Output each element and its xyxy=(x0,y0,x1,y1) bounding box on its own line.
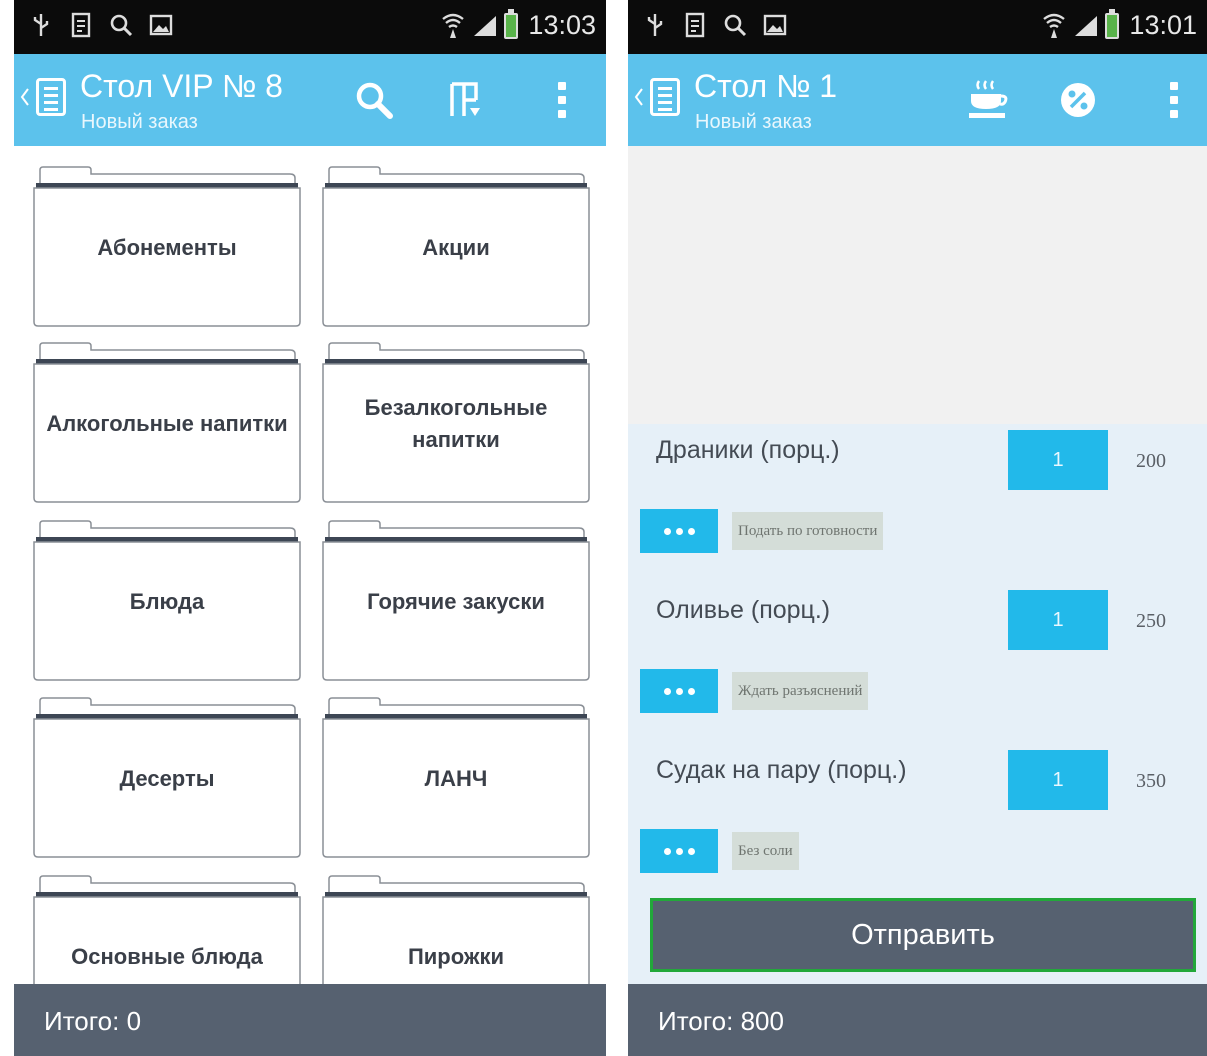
discount-icon xyxy=(1061,83,1095,117)
item-price: 200 xyxy=(1136,450,1166,472)
item-comment: Ждать разъяснений xyxy=(732,672,869,710)
category-label: Алкогольные напитки xyxy=(46,411,288,436)
signal-icon xyxy=(472,13,498,39)
battery-icon xyxy=(504,8,519,39)
status-time: 13:01 xyxy=(1129,10,1197,40)
app-bar: Стол № 1 Новый заказ xyxy=(628,54,1207,146)
dot-icon xyxy=(663,527,671,535)
battery-icon xyxy=(1105,8,1120,39)
back-caret-icon[interactable] xyxy=(20,88,30,106)
search-button[interactable] xyxy=(348,74,400,126)
category-folder[interactable]: Десерты xyxy=(32,697,302,858)
dot-icon xyxy=(687,847,695,855)
overflow-menu-button[interactable] xyxy=(1148,74,1200,126)
order-total: Итого: 800 xyxy=(658,1006,784,1036)
footer-bar: Итого: 800 xyxy=(628,984,1207,1056)
page-subtitle: Новый заказ xyxy=(81,111,198,133)
search-icon xyxy=(108,12,134,38)
item-price: 350 xyxy=(1136,770,1166,792)
order-list-icon[interactable] xyxy=(650,78,680,116)
category-label: Безалкогольные напитки xyxy=(364,395,548,452)
overflow-menu-icon xyxy=(558,82,566,118)
send-button[interactable]: Отправить xyxy=(650,898,1196,972)
hot-dish-button[interactable] xyxy=(962,74,1014,126)
search-icon xyxy=(722,12,748,38)
category-folder[interactable]: Абонементы xyxy=(32,166,302,327)
category-label: Абонементы xyxy=(97,235,237,260)
hot-dish-icon xyxy=(969,80,1008,118)
discount-button[interactable] xyxy=(1052,74,1104,126)
back-caret-icon[interactable] xyxy=(634,88,644,106)
item-comment: Подать по готовности xyxy=(732,512,884,550)
status-bar: 13:03 xyxy=(14,0,606,54)
overflow-menu-icon xyxy=(1170,82,1178,118)
order-item-name: Судак на пару (порц.) xyxy=(656,756,907,784)
dot-icon xyxy=(663,847,671,855)
order-item-name: Оливье (порц.) xyxy=(656,596,831,624)
order-list-icon[interactable] xyxy=(36,78,66,116)
image-icon xyxy=(148,12,174,38)
quantity-button[interactable]: 1 xyxy=(1008,590,1108,650)
left-phone-screen: 13:03 Стол VIP № 8 Новый заказ Абонемент… xyxy=(14,0,606,1056)
usb-icon xyxy=(28,12,54,38)
dot-icon xyxy=(675,527,683,535)
page-subtitle: Новый заказ xyxy=(695,111,812,133)
page-title: Стол № 1 xyxy=(694,68,838,104)
search-icon xyxy=(356,82,393,119)
overflow-menu-button[interactable] xyxy=(536,74,588,126)
page-title: Стол VIP № 8 xyxy=(80,68,283,104)
category-label: Акции xyxy=(422,235,490,260)
category-folder[interactable]: ЛАНЧ xyxy=(321,697,591,858)
layout-button[interactable] xyxy=(438,74,490,126)
order-total: Итого: 0 xyxy=(44,1006,142,1036)
category-folder[interactable]: Алкогольные напитки xyxy=(32,342,302,503)
category-folder[interactable]: Акции xyxy=(321,166,591,327)
dot-icon xyxy=(687,527,695,535)
item-price: 250 xyxy=(1136,610,1166,632)
status-time: 13:03 xyxy=(528,10,596,40)
dot-icon xyxy=(663,687,671,695)
image-icon xyxy=(762,12,788,38)
usb-icon xyxy=(642,12,668,38)
file-icon xyxy=(682,12,708,38)
category-folder[interactable]: Безалкогольные напитки xyxy=(321,342,591,503)
item-comment: Без соли xyxy=(732,832,799,870)
quantity-button[interactable]: 1 xyxy=(1008,750,1108,810)
quantity-button[interactable]: 1 xyxy=(1008,430,1108,490)
category-folder[interactable]: Горячие закуски xyxy=(321,520,591,681)
category-label: Горячие закуски xyxy=(367,589,545,614)
item-options-button[interactable] xyxy=(640,509,718,553)
dot-icon xyxy=(675,847,683,855)
file-icon xyxy=(68,12,94,38)
right-phone-screen: 13:01 Стол № 1 Новый заказ Драники (порц… xyxy=(628,0,1207,1056)
dot-icon xyxy=(675,687,683,695)
signal-icon xyxy=(1073,13,1099,39)
item-options-button[interactable] xyxy=(640,829,718,873)
category-label: Десерты xyxy=(119,766,215,791)
category-folder[interactable]: Блюда xyxy=(32,520,302,681)
app-bar: Стол VIP № 8 Новый заказ xyxy=(14,54,606,146)
footer-bar: Итого: 0 xyxy=(14,984,606,1056)
dot-icon xyxy=(687,687,695,695)
category-label: Блюда xyxy=(129,589,205,614)
item-options-button[interactable] xyxy=(640,669,718,713)
order-item-name: Драники (порц.) xyxy=(656,436,840,464)
wifi-icon xyxy=(1041,13,1067,39)
layout-icon xyxy=(450,82,480,116)
category-label: ЛАНЧ xyxy=(424,766,488,791)
status-bar: 13:01 xyxy=(628,0,1207,54)
wifi-icon xyxy=(440,13,466,39)
